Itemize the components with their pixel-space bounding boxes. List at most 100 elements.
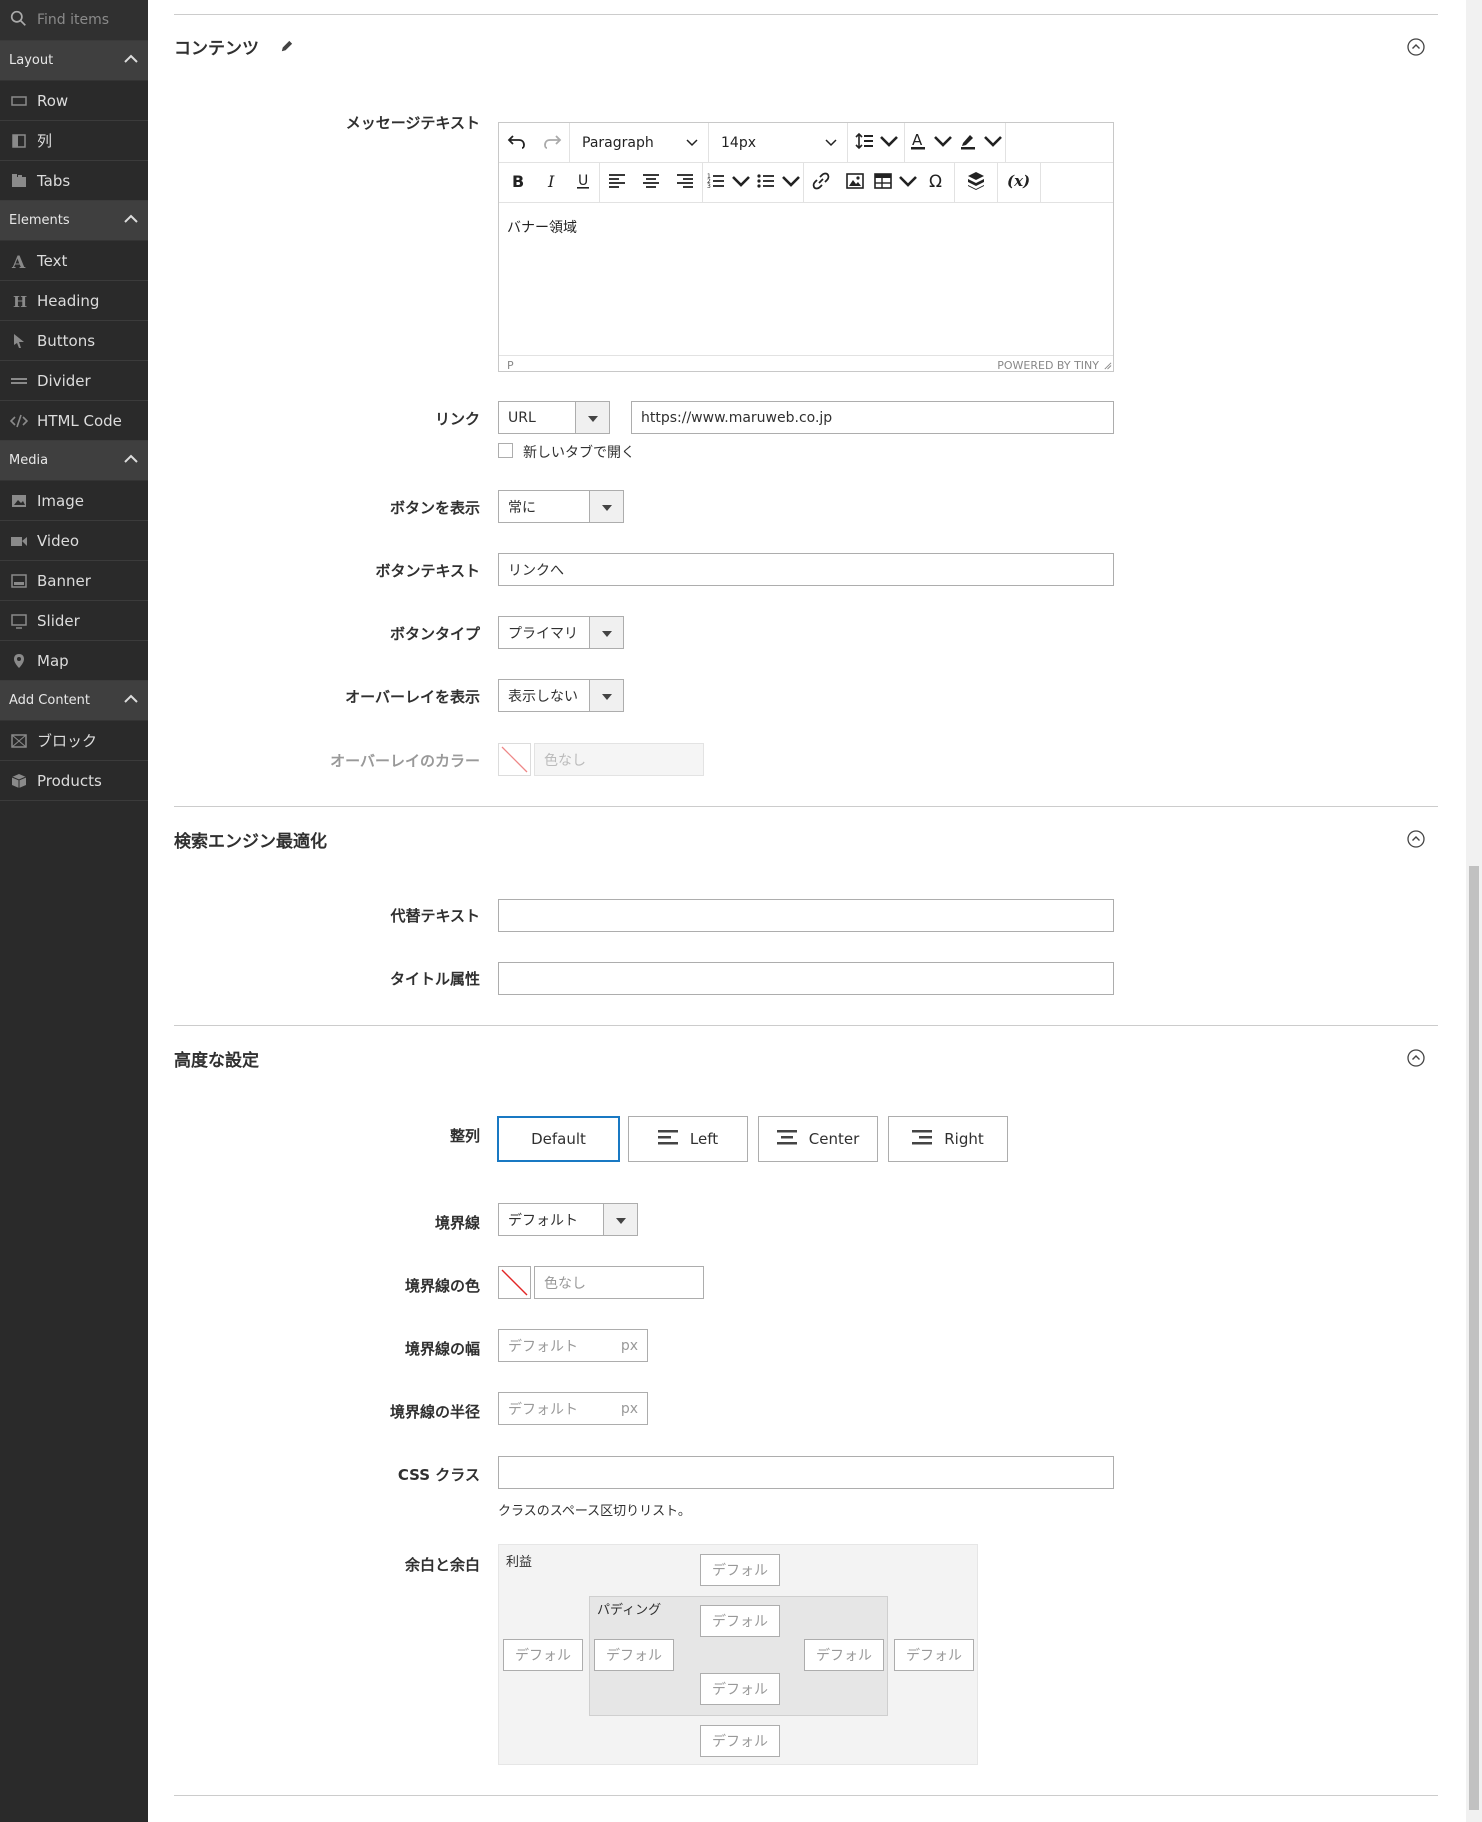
collapse-seo-button[interactable] — [1407, 830, 1425, 848]
align-center-option[interactable]: Center — [758, 1116, 878, 1162]
dropdown-arrow — [589, 680, 623, 711]
sidebar-item-video[interactable]: Video — [0, 521, 148, 561]
pencil-icon[interactable] — [279, 39, 294, 59]
css-class-input[interactable] — [498, 1456, 1114, 1489]
sidebar-item-map[interactable]: Map — [0, 641, 148, 681]
group-label: Elements — [9, 213, 70, 228]
element-path[interactable]: P — [507, 359, 514, 372]
link-url-input[interactable]: https://www.maruweb.co.jp — [631, 401, 1114, 434]
sidebar-item-buttons[interactable]: Buttons — [0, 321, 148, 361]
padding-bottom-input[interactable]: デフォル — [700, 1673, 780, 1705]
sidebar-item-slider[interactable]: Slider — [0, 601, 148, 641]
new-tab-label[interactable]: 新しいタブで開く — [523, 442, 635, 462]
sidebar-item-block[interactable]: ブロック — [0, 721, 148, 761]
insert-link-button[interactable] — [804, 163, 838, 202]
highlight-color-button[interactable] — [955, 123, 1005, 162]
sidebar-item-products[interactable]: Products — [0, 761, 148, 801]
sidebar-group-add-content[interactable]: Add Content — [0, 681, 148, 721]
margin-top-input[interactable]: デフォル — [700, 1554, 780, 1586]
show-button-value: 常に — [508, 499, 536, 516]
sidebar-item-tabs[interactable]: Tabs — [0, 161, 148, 201]
align-default-button[interactable]: Default — [497, 1116, 620, 1162]
content-section-title[interactable]: コンテンツ — [174, 34, 294, 59]
sidebar-item-text[interactable]: A Text — [0, 241, 148, 281]
link-type-select[interactable]: URL — [498, 401, 610, 434]
collapse-advanced-button[interactable] — [1407, 1049, 1425, 1067]
search-input[interactable] — [35, 11, 149, 29]
align-left-icon — [607, 171, 627, 195]
bullet-list-button[interactable] — [753, 163, 803, 202]
sidebar-group-elements[interactable]: Elements — [0, 201, 148, 241]
margin-left-input[interactable]: デフォル — [503, 1639, 583, 1671]
insert-table-button[interactable] — [872, 163, 918, 202]
line-height-icon — [854, 131, 874, 155]
special-character-button[interactable]: Ω — [918, 163, 954, 202]
padding-left-input[interactable]: デフォル — [594, 1639, 674, 1671]
bold-button[interactable]: B — [499, 163, 535, 202]
sidebar-item-row[interactable]: Row — [0, 81, 148, 121]
insert-variable-button[interactable]: (x) — [998, 163, 1040, 202]
margin-bottom-input[interactable]: デフォル — [700, 1725, 780, 1757]
sidebar-item-html-code[interactable]: HTML Code — [0, 401, 148, 441]
powered-by-link[interactable]: POWERED BY TINY — [997, 359, 1099, 372]
text-color-icon: A — [908, 131, 928, 155]
numbered-list-button[interactable]: 123 — [703, 163, 753, 202]
collapse-content-button[interactable] — [1407, 38, 1425, 56]
link-icon — [811, 171, 831, 195]
sidebar-item-label: Tabs — [37, 171, 71, 190]
redo-icon — [542, 131, 562, 155]
italic-button[interactable]: I — [535, 163, 567, 202]
show-button-select[interactable]: 常に — [498, 490, 624, 523]
padding-top-input[interactable]: デフォル — [700, 1605, 780, 1637]
editor-content-area[interactable]: バナー領域 — [499, 203, 1113, 355]
sidebar-item-image[interactable]: Image — [0, 481, 148, 521]
sidebar-item-heading[interactable]: H Heading — [0, 281, 148, 321]
align-center-button[interactable] — [634, 163, 668, 202]
button-type-select[interactable]: プライマリ — [498, 616, 624, 649]
align-right-icon — [675, 171, 695, 195]
triangle-down-icon — [601, 499, 612, 515]
border-select[interactable]: デフォルト — [498, 1203, 638, 1236]
border-color-input[interactable]: 色なし — [534, 1266, 704, 1299]
sidebar-item-column[interactable]: 列 — [0, 121, 148, 161]
align-left-button[interactable] — [600, 163, 634, 202]
padding-right-input[interactable]: デフォル — [804, 1639, 884, 1671]
align-left-option[interactable]: Left — [628, 1116, 748, 1162]
sidebar-item-label: 列 — [37, 132, 53, 150]
font-size-select[interactable]: 14px — [709, 123, 847, 162]
resize-handle-icon[interactable] — [1103, 360, 1112, 373]
line-height-button[interactable] — [848, 123, 904, 162]
css-class-note: クラスのスペース区切りリスト。 — [498, 1504, 691, 1519]
sidebar-group-layout[interactable]: Layout — [0, 41, 148, 81]
border-radius-input[interactable]: デフォルト px — [498, 1392, 648, 1425]
underline-button[interactable]: U — [567, 163, 599, 202]
sidebar-item-label: Video — [37, 531, 80, 550]
sidebar-item-banner[interactable]: Banner — [0, 561, 148, 601]
margin-right-input[interactable]: デフォル — [894, 1639, 974, 1671]
alt-text-input[interactable] — [498, 899, 1114, 932]
sidebar-item-divider[interactable]: Divider — [0, 361, 148, 401]
button-text-input[interactable]: リンクへ — [498, 553, 1114, 586]
align-right-button[interactable] — [668, 163, 702, 202]
scrollbar-thumb[interactable] — [1469, 866, 1479, 1810]
margin-bottom-placeholder: デフォル — [712, 1734, 768, 1750]
align-right-option[interactable]: Right — [888, 1116, 1008, 1162]
insert-image-button[interactable] — [838, 163, 872, 202]
vertical-scrollbar[interactable] — [1466, 0, 1482, 1822]
block-format-select[interactable]: Paragraph — [570, 123, 708, 162]
underline-icon: U — [573, 171, 593, 195]
title-attribute-input[interactable] — [498, 962, 1114, 995]
advanced-section-title[interactable]: 高度な設定 — [174, 1046, 259, 1071]
sidebar-group-media[interactable]: Media — [0, 441, 148, 481]
text-color-button[interactable]: A — [905, 123, 955, 162]
new-tab-checkbox[interactable] — [498, 443, 513, 458]
border-color-label: 境界線の色 — [404, 1277, 480, 1295]
border-color-swatch[interactable] — [498, 1266, 531, 1299]
border-width-input[interactable]: デフォルト px — [498, 1329, 648, 1362]
margin-right-placeholder: デフォル — [906, 1648, 962, 1664]
seo-section-title[interactable]: 検索エンジン最適化 — [174, 827, 327, 852]
undo-button[interactable] — [499, 123, 535, 162]
insert-widget-button[interactable] — [955, 163, 997, 202]
redo-button[interactable] — [535, 123, 569, 162]
show-overlay-select[interactable]: 表示しない — [498, 679, 624, 712]
